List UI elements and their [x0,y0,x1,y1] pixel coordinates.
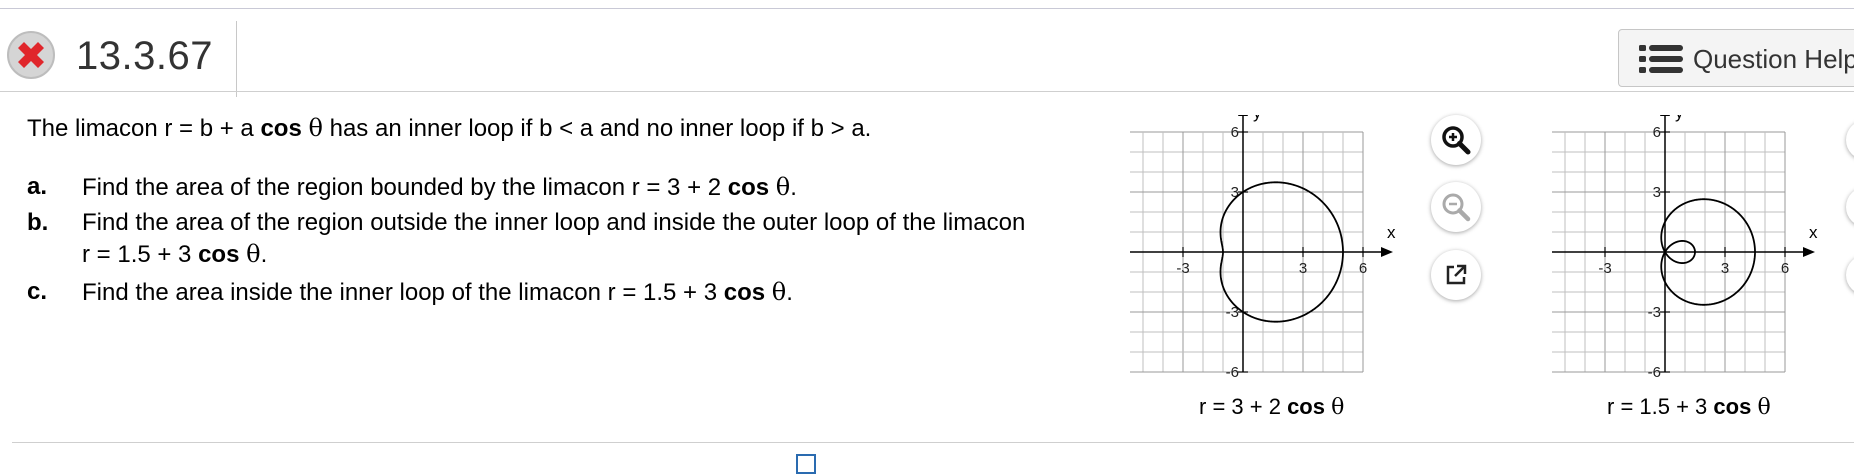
zoom-in-icon [1442,126,1471,155]
external-link-icon [1446,264,1467,285]
graph-1-caption: r = 3 + 2 cos θ [1199,394,1345,420]
x-tick-label: -3 [1176,260,1189,277]
question-number: 13.3.67 [76,34,213,78]
zoom-out-button[interactable] [1431,182,1481,232]
graph-2-caption: r = 1.5 + 3 cos θ [1607,394,1771,420]
y-tick-label: 3 [1653,184,1661,201]
footer-separator [12,442,1854,443]
y-axis-arrow [1238,115,1248,116]
y-tick-label: -6 [1226,364,1239,381]
zoom-in-button[interactable] [1431,115,1481,165]
x-axis-label: x [1809,223,1818,242]
answer-checkbox[interactable] [796,454,816,474]
y-tick-label: 6 [1231,124,1239,141]
y-axis-label: y [1253,115,1262,122]
zoom-out-icon [1442,193,1471,222]
header-separator [0,91,1854,92]
question-header: 13.3.67 Question Help [0,9,1854,97]
question-help-label: Question Help [1693,44,1854,74]
part-b-line2: r = 1.5 + 3 cos θ. [82,240,268,268]
y-axis-label: y [1675,115,1684,122]
problem-intro: The limacon r = b + a cos θ has an inner… [27,114,872,142]
status-badge [7,31,55,79]
x-tick-label: 3 [1299,260,1307,277]
list-icon [1639,45,1683,73]
x-tick-label: 6 [1781,260,1789,277]
x-tick-label: -3 [1598,260,1611,277]
incorrect-x-icon [18,42,44,68]
x-tick-label: 3 [1721,260,1729,277]
limacon-graph-2: xy-6-33663-3-6 [1552,115,1818,381]
x-axis-label: x [1387,223,1396,242]
y-tick-label: -3 [1648,304,1661,321]
header-divider [236,21,237,97]
x-tick-label: 6 [1359,260,1367,277]
question-help-button[interactable]: Question Help [1618,29,1854,87]
y-tick-label: 6 [1653,124,1661,141]
popout-button[interactable] [1431,250,1481,300]
x-axis-arrow [1803,247,1815,257]
x-axis-arrow [1381,247,1393,257]
y-axis-arrow [1660,115,1670,116]
limacon-graph-1: xy-6-33663-3-6 [1130,115,1396,381]
y-tick-label: -6 [1648,364,1661,381]
